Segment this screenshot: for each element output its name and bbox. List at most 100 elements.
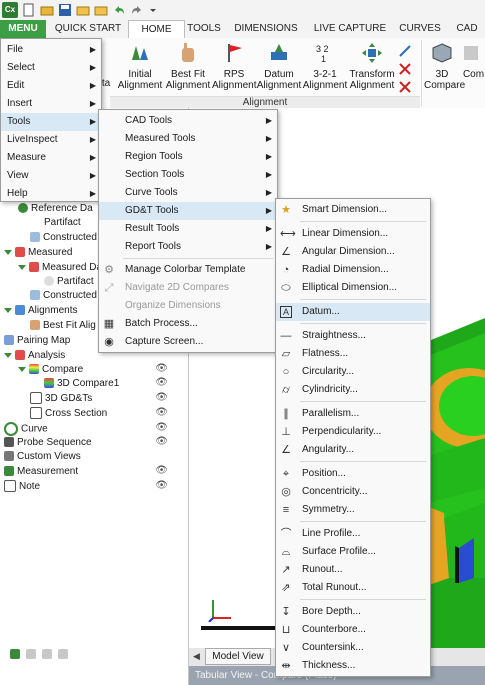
menu-item-measure[interactable]: Measure ▶: [1, 149, 101, 167]
tree-row[interactable]: Alignments: [4, 304, 77, 318]
tree-row[interactable]: Analysis: [4, 349, 65, 363]
initial-alignment-button[interactable]: Initial Alignment: [116, 40, 164, 96]
menu-item-view[interactable]: View ▶: [1, 167, 101, 185]
open-folder-icon[interactable]: [94, 3, 108, 17]
menu-item-smart-dimension[interactable]: ★ Smart Dimension...: [276, 201, 430, 219]
menu-item-report-tools[interactable]: Report Tools ▶: [99, 238, 277, 256]
menu-item-circularity[interactable]: ○ Circularity...: [276, 363, 430, 381]
qat-dropdown-icon[interactable]: [148, 3, 158, 17]
visibility-eye-icon[interactable]: 👁: [155, 465, 168, 476]
menu-item-select[interactable]: Select ▶: [1, 59, 101, 77]
visibility-eye-icon[interactable]: 👁: [155, 436, 168, 447]
compare-partial-button[interactable]: Com: [462, 40, 485, 96]
menu-item-help[interactable]: Help ▶: [1, 185, 101, 203]
visibility-eye-icon[interactable]: 👁: [155, 407, 168, 418]
tree-row[interactable]: Best Fit Alig: [30, 319, 96, 333]
menu-item-gdt-tools[interactable]: GD&T Tools ▶: [99, 202, 277, 220]
tab-scroll-left-icon[interactable]: ◀: [193, 650, 203, 662]
visibility-eye-icon[interactable]: 👁: [155, 422, 168, 433]
tree-row[interactable]: Measured Da: [18, 261, 102, 275]
menu-item-tools[interactable]: Tools ▶: [1, 113, 101, 131]
undo-icon[interactable]: [112, 3, 126, 17]
app-logo[interactable]: Cx: [2, 2, 18, 18]
3d-compare-button[interactable]: 3D Compare: [424, 40, 465, 96]
menu-item-cylindricity[interactable]: ⌭ Cylindricity...: [276, 381, 430, 399]
menu-item-insert[interactable]: Insert ▶: [1, 95, 101, 113]
tree-row[interactable]: Note: [4, 480, 40, 494]
tree-row[interactable]: Measurement: [4, 465, 78, 479]
save-icon[interactable]: [58, 3, 72, 17]
menu-item-runout[interactable]: ↗ Runout...: [276, 561, 430, 579]
menu-item-position[interactable]: ⌖ Position...: [276, 465, 430, 483]
3-2-1-alignment-button[interactable]: 3 21 3-2-1 Alignment: [302, 40, 348, 96]
visibility-eye-icon[interactable]: 👁: [155, 363, 168, 374]
menu-item-angularity[interactable]: ∠ Angularity...: [276, 441, 430, 459]
tab-home[interactable]: HOME: [128, 20, 185, 40]
menu-item-liveinspect[interactable]: LiveInspect ▶: [1, 131, 101, 149]
tab-curves[interactable]: CURVES: [396, 20, 444, 38]
menu-item-bore-depth[interactable]: ↧ Bore Depth...: [276, 603, 430, 621]
tab-cad[interactable]: CAD: [452, 20, 482, 38]
tree-row[interactable]: Custom Views: [4, 450, 81, 464]
menu-item-radial-dimension[interactable]: ◔ Radial Dimension...: [276, 261, 430, 279]
menu-item-elliptical-dimension[interactable]: ⬭ Elliptical Dimension...: [276, 279, 430, 297]
menu-item-surface-profile[interactable]: ⌓ Surface Profile...: [276, 543, 430, 561]
tree-row[interactable]: Probe Sequence: [4, 436, 92, 450]
menu-item-curve-tools[interactable]: Curve Tools ▶: [99, 184, 277, 202]
tab-quick-start[interactable]: QUICK START: [52, 20, 124, 38]
alignment-tool-icon-1[interactable]: [398, 44, 412, 58]
menu-item-straightness[interactable]: — Straightness...: [276, 327, 430, 345]
open-icon[interactable]: [40, 3, 54, 17]
menu-item-cad-tools[interactable]: CAD Tools ▶: [99, 112, 277, 130]
menu-item-parallelism[interactable]: ∥ Parallelism...: [276, 405, 430, 423]
tab-model-view[interactable]: Model View: [205, 648, 271, 665]
datum-alignment-button[interactable]: Datum Alignment: [256, 40, 302, 96]
tab-dimensions[interactable]: DIMENSIONS: [232, 20, 300, 38]
tree-row[interactable]: Constructed: [30, 231, 97, 245]
menu-item-total-runout[interactable]: ⇗ Total Runout...: [276, 579, 430, 597]
alignment-tool-icon-2[interactable]: [398, 62, 412, 76]
tree-row[interactable]: Reference Da: [18, 202, 93, 216]
tab-live-capture[interactable]: LIVE CAPTURE: [310, 20, 390, 38]
new-file-icon[interactable]: [22, 3, 36, 17]
visibility-eye-icon[interactable]: 👁: [155, 392, 168, 403]
visibility-eye-icon[interactable]: 👁: [155, 480, 168, 491]
tree-row[interactable]: Cross Section: [30, 407, 107, 421]
menu-item-manage-colorbar-template[interactable]: ⚙ Manage Colorbar Template: [99, 261, 277, 279]
panel-tool-icon[interactable]: [58, 649, 69, 660]
tree-row[interactable]: Partifact: [44, 216, 81, 230]
tree-row[interactable]: Pairing Map: [4, 334, 70, 348]
tree-row[interactable]: Compare: [18, 363, 83, 377]
menu-item-file[interactable]: File ▶: [1, 41, 101, 59]
alignment-tool-icon-3[interactable]: [398, 80, 412, 94]
panel-tool-icon[interactable]: [42, 649, 53, 660]
tree-row[interactable]: 3D GD&Ts: [30, 392, 92, 406]
menu-item-batch-process[interactable]: ▦ Batch Process...: [99, 315, 277, 333]
menu-item-thickness[interactable]: ⇹ Thickness...: [276, 657, 430, 675]
menu-item-linear-dimension[interactable]: ⟷ Linear Dimension...: [276, 225, 430, 243]
menu-item-concentricity[interactable]: ◎ Concentricity...: [276, 483, 430, 501]
transform-alignment-button[interactable]: Transform Alignment: [348, 40, 396, 96]
menu-item-datum[interactable]: A Datum...: [276, 303, 430, 321]
panel-tool-icon[interactable]: [26, 649, 37, 660]
menu-item-perpendicularity[interactable]: ⊥ Perpendicularity...: [276, 423, 430, 441]
menu-item-flatness[interactable]: ▱ Flatness...: [276, 345, 430, 363]
menu-item-angular-dimension[interactable]: ∠ Angular Dimension...: [276, 243, 430, 261]
tree-row[interactable]: Curve: [4, 422, 48, 436]
tree-row[interactable]: Measured: [4, 246, 72, 260]
menu-item-countersink[interactable]: ∨ Countersink...: [276, 639, 430, 657]
tree-row[interactable]: Constructed: [30, 289, 97, 303]
menu-item-measured-tools[interactable]: Measured Tools ▶: [99, 130, 277, 148]
tree-row[interactable]: Partifact: [44, 275, 94, 289]
menu-item-counterbore[interactable]: ⊔ Counterbore...: [276, 621, 430, 639]
folder-icon[interactable]: [76, 3, 90, 17]
redo-icon[interactable]: [130, 3, 144, 17]
menu-item-section-tools[interactable]: Section Tools ▶: [99, 166, 277, 184]
tree-row[interactable]: 3D Compare1: [44, 377, 119, 391]
menu-item-symmetry[interactable]: ≡ Symmetry...: [276, 501, 430, 519]
visibility-eye-icon[interactable]: 👁: [155, 377, 168, 388]
tab-tools[interactable]: TOOLS: [186, 20, 222, 38]
best-fit-alignment-button[interactable]: Best Fit Alignment: [164, 40, 212, 96]
menu-item-line-profile[interactable]: ⌒ Line Profile...: [276, 525, 430, 543]
panel-tool-icon[interactable]: [10, 649, 20, 660]
